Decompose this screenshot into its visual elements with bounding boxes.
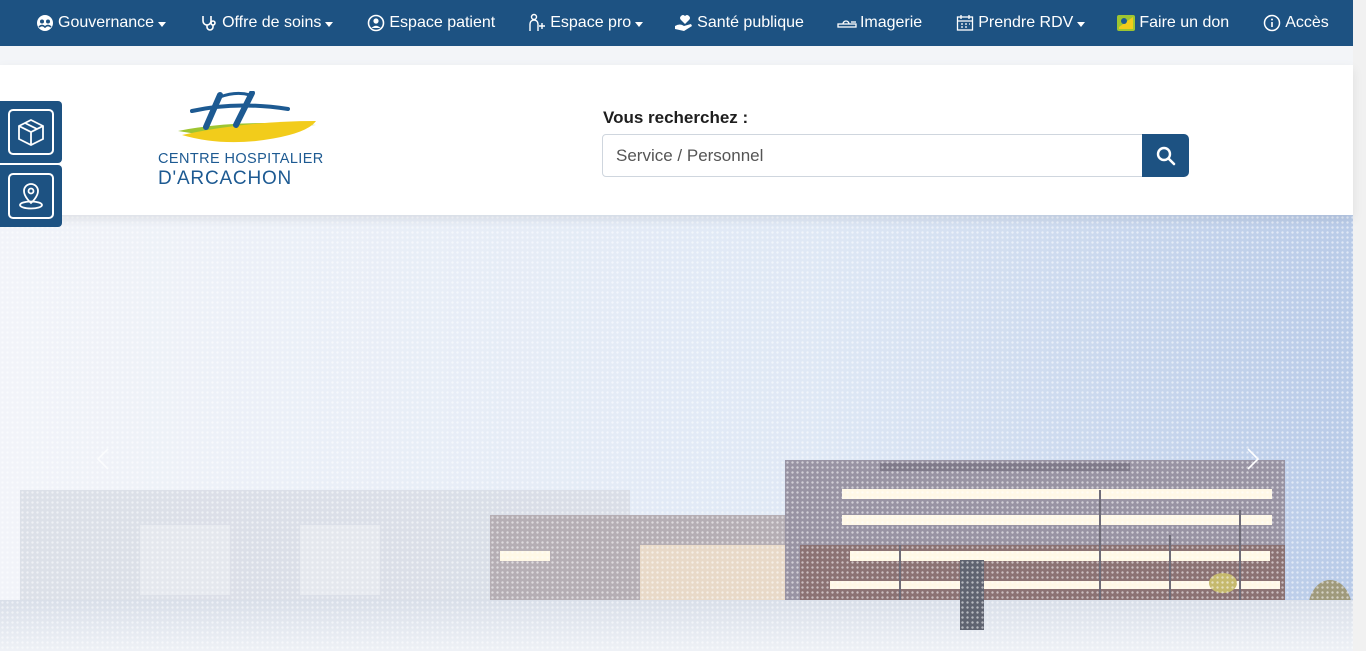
search-input[interactable] [602,134,1143,177]
nav-label: Offre de soins [222,14,322,31]
stethoscope-icon [198,13,220,33]
nav-label: Accès [1285,14,1329,31]
logo-mark-icon [178,91,316,143]
nav-label: Espace patient [389,14,496,31]
nav-espace-patient[interactable]: Espace patient [365,0,495,46]
chevron-down-icon [325,21,334,27]
nav-label: Espace pro [550,14,632,31]
nav-acces[interactable]: Accès [1261,0,1329,46]
package-icon [18,118,44,147]
search-label: Vous recherchez : [603,108,749,127]
info-icon [1261,13,1283,33]
hand-heart-icon [673,13,695,33]
search-icon [1156,146,1175,165]
nav-label: Prendre RDV [978,14,1074,31]
logo-text-line1: CENTRE HOSPITALIER [158,151,324,167]
main-navigation: Gouvernance Offre de soins Espace patien… [0,0,1353,46]
calendar-icon [954,13,976,33]
chevron-down-icon [158,21,167,27]
hospital-logo[interactable]: CENTRE HOSPITALIER D'ARCACHON [158,91,328,191]
nav-faire-un-don[interactable]: Faire un don [1115,0,1229,46]
hero-carousel [0,215,1353,651]
logo-text-line2: D'ARCACHON [158,168,293,189]
chevron-down-icon [635,21,644,27]
nav-espace-pro[interactable]: Espace pro [526,0,644,46]
site-header: CENTRE HOSPITALIER D'ARCACHON Vous reche… [0,65,1353,215]
donation-icon [1115,13,1137,33]
side-button-frame [8,109,54,155]
medical-staff-icon [526,13,548,33]
nav-sante-publique[interactable]: Santé publique [673,0,804,46]
nav-label: Faire un don [1139,14,1230,31]
side-button-frame [8,173,54,219]
nav-prendre-rdv[interactable]: Prendre RDV [954,0,1086,46]
user-circle-icon [365,13,387,33]
side-button-location[interactable] [0,165,62,227]
people-icon [34,13,56,33]
side-button-package[interactable] [0,101,62,163]
nav-offre-de-soins[interactable]: Offre de soins [198,0,334,46]
map-pin-icon [19,183,43,210]
carousel-next-icon[interactable] [1240,447,1264,471]
chevron-down-icon [1077,21,1086,27]
nav-label: Santé publique [697,14,804,31]
nav-label: Imagerie [859,14,923,31]
hero-dot-overlay [0,215,1353,651]
nav-label: Gouvernance [58,14,155,31]
nav-imagerie[interactable]: Imagerie [836,0,922,46]
carousel-prev-icon[interactable] [92,447,116,471]
search-button[interactable] [1142,134,1189,177]
page-scrollbar[interactable] [1353,0,1366,651]
scanner-icon [836,13,858,33]
nav-gouvernance[interactable]: Gouvernance [34,0,167,46]
